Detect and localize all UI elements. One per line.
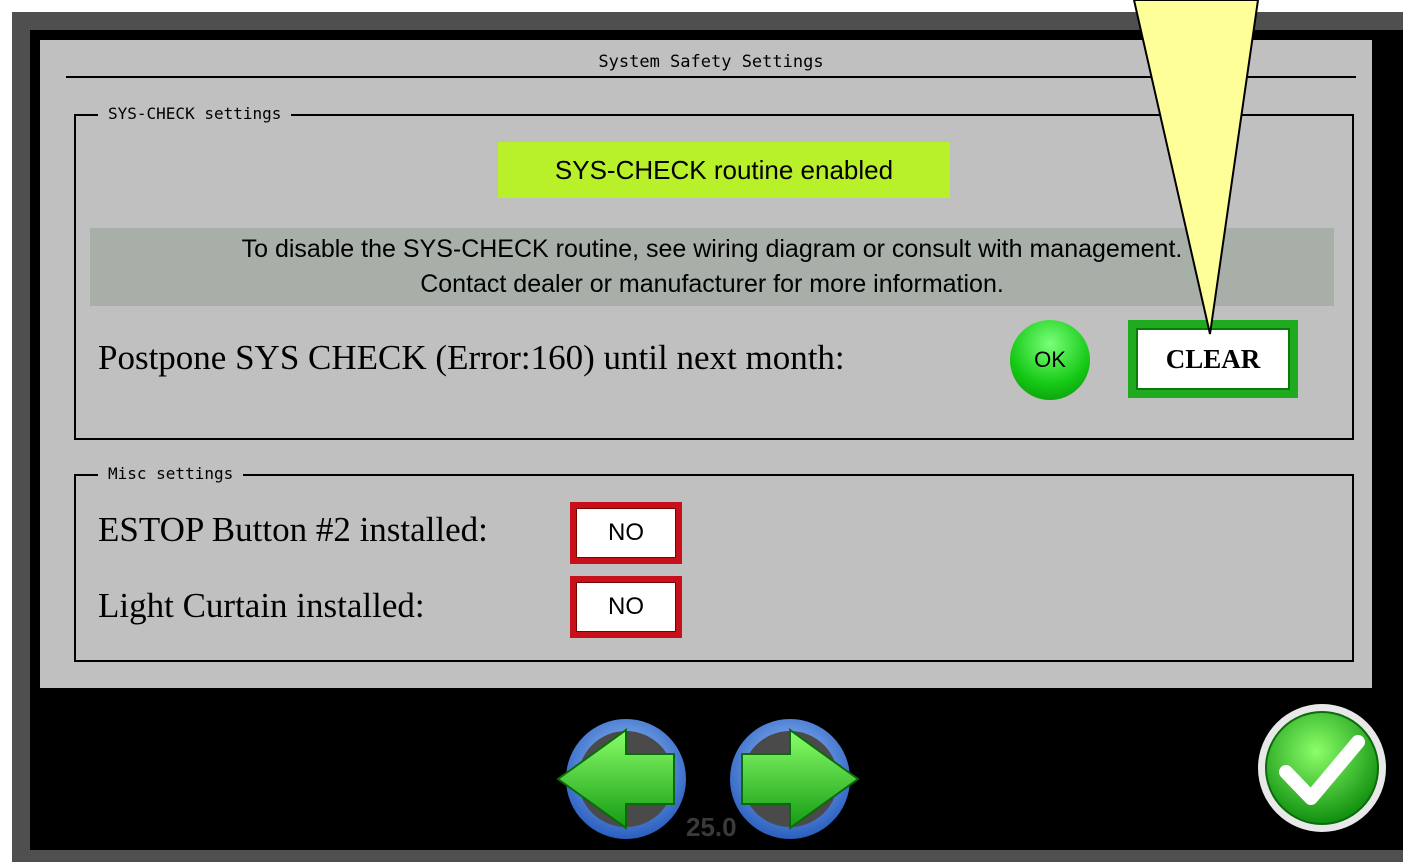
estop-toggle-button[interactable]: NO xyxy=(570,502,682,564)
next-page-button[interactable] xyxy=(728,714,860,844)
postpone-syscheck-label: Postpone SYS CHECK (Error:160) until nex… xyxy=(98,338,845,377)
estop-toggle-value: NO xyxy=(576,508,676,558)
light-curtain-toggle-button[interactable]: NO xyxy=(570,576,682,638)
confirm-button[interactable] xyxy=(1256,702,1388,834)
title-divider xyxy=(66,76,1356,78)
info-line-1: To disable the SYS-CHECK routine, see wi… xyxy=(241,235,1183,263)
page-number: 25.0 xyxy=(686,812,737,842)
misc-group-legend: Misc settings xyxy=(98,464,244,483)
postpone-ok-button[interactable]: OK xyxy=(1010,320,1090,400)
left-arrow-icon xyxy=(556,719,686,839)
clear-button-label: CLEAR xyxy=(1136,328,1290,390)
page-title: System Safety Settings xyxy=(598,52,824,72)
syscheck-status-badge: SYS-CHECK routine enabled xyxy=(498,142,950,198)
title-bar: System Safety Settings xyxy=(66,44,1356,78)
misc-settings-group: Misc settings xyxy=(74,464,1354,662)
clear-button[interactable]: CLEAR xyxy=(1128,320,1298,398)
light-curtain-label: Light Curtain installed: xyxy=(98,586,425,625)
light-curtain-toggle-value: NO xyxy=(576,582,676,632)
previous-page-button[interactable] xyxy=(556,714,688,844)
right-arrow-icon xyxy=(730,719,860,839)
estop-installed-label: ESTOP Button #2 installed: xyxy=(98,510,488,549)
syscheck-group-legend: SYS-CHECK settings xyxy=(98,104,292,123)
info-line-2: Contact dealer or manufacturer for more … xyxy=(420,270,1004,298)
syscheck-info-box: To disable the SYS-CHECK routine, see wi… xyxy=(90,228,1334,306)
checkmark-icon xyxy=(1258,704,1386,832)
